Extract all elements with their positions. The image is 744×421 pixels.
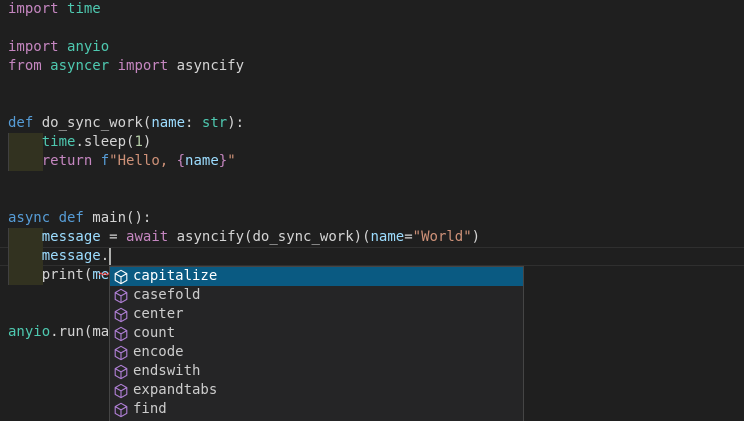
suggest-item-label: encode [133,343,184,362]
suggest-item[interactable]: casefold [110,286,523,305]
suggest-item-label: capitalize [133,267,217,286]
code-token: .run( [50,324,92,340]
code-token: return [42,153,101,169]
method-icon [113,326,129,342]
code-token: .sleep( [75,134,134,150]
code-token: from [8,58,50,74]
method-icon [113,269,129,285]
code-editor[interactable]: import timeimport anyiofrom asyncer impo… [0,0,744,421]
code-line[interactable] [0,171,744,190]
code-token: async def [8,210,92,226]
method-icon [113,402,129,418]
current-line-highlight [0,247,744,266]
suggest-item[interactable]: expandtabs [110,381,523,400]
code-line[interactable]: from asyncer import asyncify [0,57,744,76]
code-token: time [67,1,101,17]
code-token: ): [227,115,244,131]
code-token: "Hello, [109,153,176,169]
code-line[interactable]: message = await asyncify(do_sync_work)(n… [0,228,744,247]
code-line[interactable]: def do_sync_work(name: str): [0,114,744,133]
method-icon [113,288,129,304]
suggest-item[interactable]: endswith [110,362,523,381]
code-token: { [177,153,185,169]
code-token: import [118,58,177,74]
suggest-item-label: center [133,305,184,324]
method-icon [113,345,129,361]
suggest-item[interactable]: count [110,324,523,343]
code-token: "World" [413,229,472,245]
code-token: ) [472,229,480,245]
code-line[interactable] [0,190,744,209]
code-token: main [92,210,126,226]
code-token: do_sync_work [42,115,143,131]
code-token: import [8,39,67,55]
autocomplete-popup: capitalizecasefoldcentercountencodeendsw… [109,266,524,421]
code-token: name [371,229,405,245]
code-line[interactable] [0,19,744,38]
code-token [8,134,42,150]
suggest-item-label: endswith [133,362,200,381]
suggest-item-selected[interactable]: capitalize [110,267,523,286]
suggest-item[interactable]: center [110,305,523,324]
code-line[interactable] [0,95,744,114]
code-token: = [404,229,412,245]
code-line[interactable]: async def main(): [0,209,744,228]
code-token: )( [354,229,371,245]
code-token [8,248,42,264]
code-token: asyncify [177,58,244,74]
suggest-item[interactable]: find [110,400,523,419]
code-token: anyio [67,39,109,55]
code-line[interactable]: return f"Hello, {name}" [0,152,744,171]
suggest-item-label: expandtabs [133,381,217,400]
code-token: message [42,248,101,264]
code-token: import [8,1,67,17]
code-token [8,153,42,169]
code-token: message [42,229,101,245]
suggest-item-label: find [133,400,167,419]
code-token: time [42,134,76,150]
code-token: await [126,229,177,245]
suggest-item-label: count [133,324,175,343]
code-token: anyio [8,324,50,340]
code-token: name [151,115,185,131]
code-token: ) [143,134,151,150]
code-token: str [202,115,227,131]
code-token: (): [126,210,151,226]
code-token: " [227,153,235,169]
text-cursor [109,248,111,265]
code-line[interactable]: import time [0,0,744,19]
code-line[interactable] [0,76,744,95]
code-token: name [185,153,219,169]
code-token: . [101,248,109,264]
code-token: = [101,229,126,245]
code-token: def [8,115,42,131]
code-token: print [42,267,84,283]
code-token: do_sync_work [252,229,353,245]
code-token: f [101,153,109,169]
method-icon [113,364,129,380]
code-token [8,267,42,283]
code-token [8,229,42,245]
code-line[interactable]: time.sleep(1) [0,133,744,152]
code-token: asyncify [177,229,244,245]
code-token: asyncer [50,58,117,74]
code-token: 1 [134,134,142,150]
method-icon [113,383,129,399]
code-token: : [185,115,202,131]
suggest-item[interactable]: encode [110,343,523,362]
method-icon [113,307,129,323]
code-line[interactable]: import anyio [0,38,744,57]
code-line-current[interactable]: message. [0,247,744,266]
code-token: } [219,153,227,169]
suggest-item-label: casefold [133,286,200,305]
